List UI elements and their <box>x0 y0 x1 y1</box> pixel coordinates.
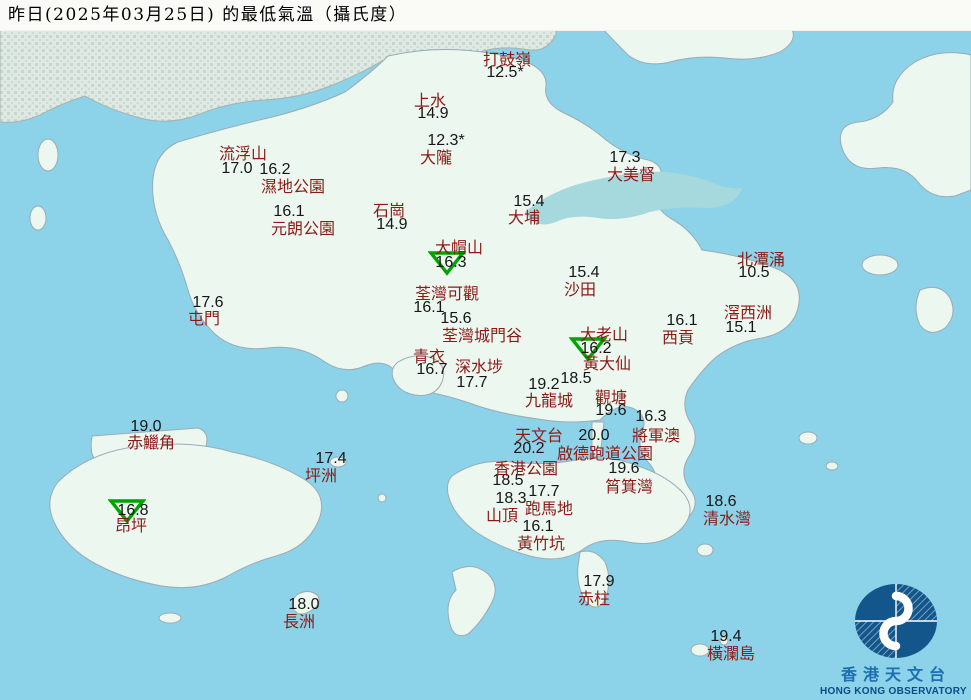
station-name: 青衣 <box>412 347 446 366</box>
ma-wan-island <box>335 389 349 403</box>
tung-lung-island <box>696 543 714 557</box>
station-name: 清水灣 <box>702 509 752 528</box>
station-name: 黃竹坑 <box>516 534 566 553</box>
station-name: 筲箕灣 <box>604 477 654 496</box>
station-name: 屯門 <box>187 309 221 328</box>
station-name: 荃灣可觀 <box>414 284 480 303</box>
hko-logo: 香港天文台 HONG KONG OBSERVATORY <box>820 583 967 697</box>
station-name: 長洲 <box>282 612 316 631</box>
deep-bay-islet <box>37 138 59 172</box>
station-name: 香港公園 <box>493 459 559 478</box>
station-name: 坪洲 <box>304 466 338 485</box>
station-name: 昂坪 <box>114 516 148 535</box>
station-name: 將軍澳 <box>631 426 681 445</box>
kau-yi-chau-islet <box>377 493 387 503</box>
station-name: 大老山 <box>579 325 629 344</box>
station-name: 北潭涌 <box>736 250 786 269</box>
station-name: 橫瀾島 <box>706 644 756 663</box>
east-sea-island <box>915 286 954 333</box>
station-name: 山頂 <box>485 506 519 525</box>
station-name: 赤鱲角 <box>126 433 176 452</box>
deep-bay-islet <box>29 205 47 231</box>
station-name: 黃大仙 <box>582 354 632 373</box>
station-name: 元朗公園 <box>270 219 336 238</box>
logo-name-english: HONG KONG OBSERVATORY <box>820 686 967 697</box>
page-title: 昨日(2025年03月25日) 的最低氣溫（攝氏度） <box>8 5 408 25</box>
station-name: 沙田 <box>563 280 597 299</box>
station-name: 大帽山 <box>434 238 484 257</box>
station-name: 大美督 <box>606 165 656 184</box>
station-name: 跑馬地 <box>524 499 574 518</box>
station-name: 赤柱 <box>577 589 611 608</box>
min-temperature-map: 昨日(2025年03月25日) 的最低氣溫（攝氏度） 12.5* 打鼓嶺 14.9 上… <box>0 0 971 700</box>
station-name: 大埔 <box>507 208 541 227</box>
hko-emblem-icon <box>855 584 937 658</box>
station-name: 上水 <box>413 91 447 110</box>
station-name: 滘西洲 <box>723 303 773 322</box>
station-name: 深水埗 <box>454 357 504 376</box>
title-bar: 昨日(2025年03月25日) 的最低氣溫（攝氏度） <box>0 0 971 31</box>
station-name: 打鼓嶺 <box>482 50 532 69</box>
station-name: 九龍城 <box>524 391 574 410</box>
east-sea-island <box>861 254 899 276</box>
station-name: 觀塘 <box>594 388 628 407</box>
station-name: 西貢 <box>661 328 695 347</box>
small-island <box>798 431 818 445</box>
station-name: 天文台 <box>514 426 564 445</box>
small-island <box>825 461 839 471</box>
station-name: 濕地公園 <box>260 177 326 196</box>
logo-name-chinese: 香港天文台 <box>840 665 951 684</box>
station-name: 荃灣城門谷 <box>441 326 523 345</box>
station-name: 石崗 <box>372 201 406 220</box>
station-name: 大隴 <box>419 148 453 167</box>
soko-islands <box>158 612 182 624</box>
